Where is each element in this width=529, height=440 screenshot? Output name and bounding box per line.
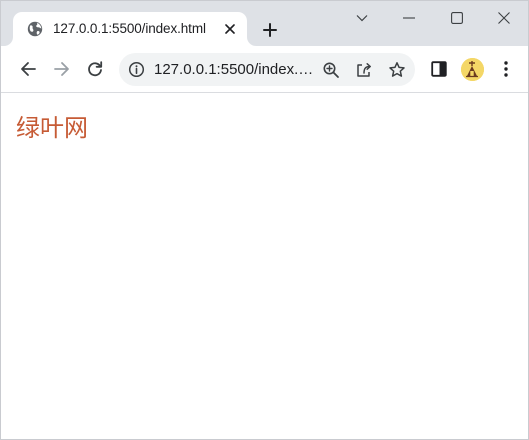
info-icon[interactable] [128,61,145,78]
page-viewport: 绿叶网 [1,93,528,439]
url-text[interactable]: 127.0.0.1:5500/index.html [154,61,314,78]
tab-close-icon[interactable] [220,19,240,39]
chevron-down-icon [356,15,368,22]
zoom-icon[interactable] [319,58,343,82]
browser-toolbar: 127.0.0.1:5500/index.html [1,46,528,93]
address-bar[interactable]: 127.0.0.1:5500/index.html [119,53,415,86]
reload-button[interactable] [81,55,109,83]
new-tab-button[interactable] [258,18,282,42]
tab-active[interactable]: 127.0.0.1:5500/index.html [13,12,247,46]
browser-window: 127.0.0.1:5500/index.html 127.0.0.1:5500… [0,0,529,440]
close-icon [498,12,510,24]
globe-icon [27,21,43,37]
page-heading: 绿叶网 [16,114,88,142]
share-icon[interactable] [352,58,376,82]
minimize-icon [403,17,415,19]
reload-icon [88,61,103,77]
close-window-button[interactable] [481,1,527,35]
minimize-button[interactable] [386,1,432,35]
tab-title: 127.0.0.1:5500/index.html [53,21,206,36]
tab-search-button[interactable] [339,1,385,35]
back-arrow-icon [21,62,36,76]
maximize-button[interactable] [434,1,480,35]
forward-button[interactable] [48,55,76,83]
profile-avatar[interactable] [461,58,484,81]
tab-strip: 127.0.0.1:5500/index.html [1,1,528,46]
side-panel-button[interactable] [425,55,453,83]
menu-button[interactable] [492,55,520,83]
maximize-icon [451,12,463,24]
side-panel-icon [431,61,447,77]
star-icon[interactable] [385,58,409,82]
forward-arrow-icon [54,62,69,76]
back-button[interactable] [14,55,42,83]
plus-icon [263,23,277,37]
menu-icon [504,61,508,77]
